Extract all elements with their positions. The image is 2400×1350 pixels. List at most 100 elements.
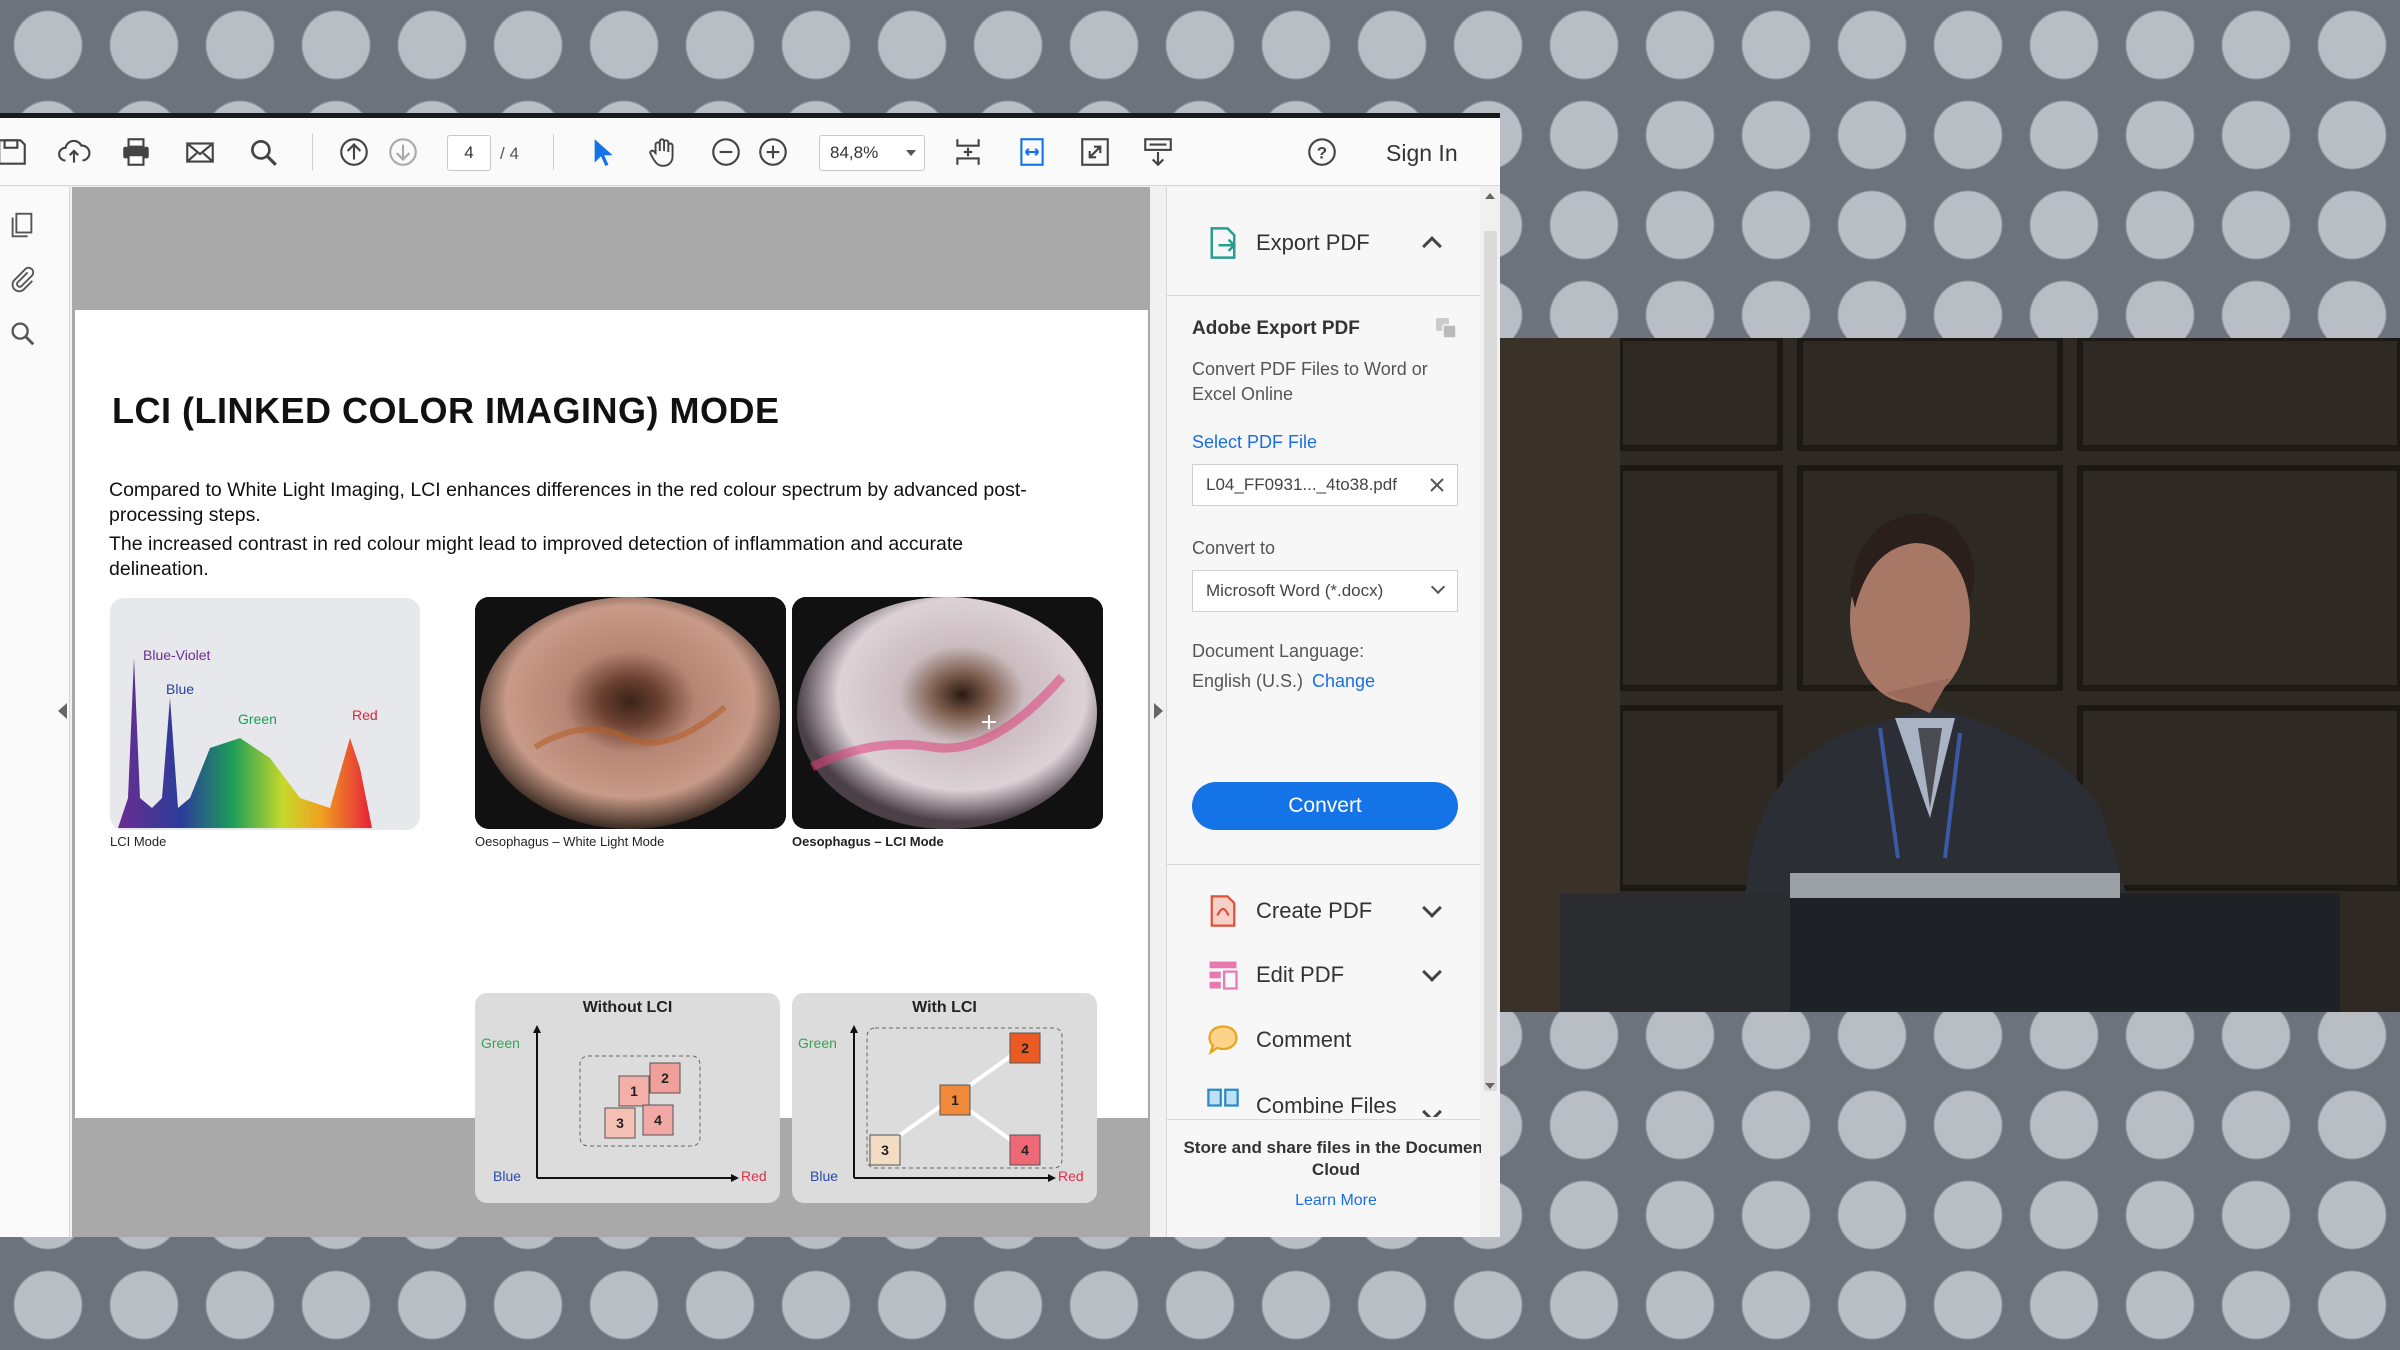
page-down-icon[interactable] [383, 132, 423, 172]
caption-white-light: Oesophagus – White Light Mode [475, 834, 665, 849]
print-icon[interactable] [116, 132, 156, 172]
box-label-4: 4 [654, 1112, 662, 1128]
page-number-input[interactable]: 4 [447, 135, 491, 171]
scroll-down-icon[interactable] [1485, 1083, 1495, 1089]
search-icon[interactable] [4, 315, 40, 351]
export-pdf-icon [1210, 227, 1237, 259]
spectrum-label-red: Red [352, 707, 378, 723]
adobe-export-heading: Adobe Export PDF [1192, 318, 1360, 339]
export-pdf-header[interactable]: Export PDF [1167, 217, 1481, 269]
chevron-down-icon[interactable] [1422, 962, 1442, 982]
diagram-without-lci: Without LCI Green Blue Red 1 2 3 4 [475, 993, 780, 1203]
scroll-up-icon[interactable] [1485, 193, 1495, 199]
zoom-out-icon[interactable] [706, 132, 746, 172]
document-cloud-promo: Store and share files in the Document Cl… [1183, 1138, 1489, 1179]
slide-paragraph-1: Compared to White Light Imaging, LCI enh… [109, 479, 1027, 526]
read-mode-icon[interactable] [1138, 132, 1178, 172]
chevron-up-icon[interactable] [1422, 236, 1442, 256]
convert-button[interactable]: Convert [1192, 782, 1458, 830]
upload-icon[interactable] [54, 132, 94, 172]
zoom-in-icon[interactable] [753, 132, 793, 172]
box-label-2: 2 [1021, 1040, 1029, 1056]
select-arrow-icon[interactable] [581, 132, 621, 172]
svg-text:?: ? [1317, 143, 1327, 162]
select-pdf-file-link[interactable]: Select PDF File [1192, 432, 1317, 453]
fullscreen-icon[interactable] [1075, 132, 1115, 172]
change-language-link[interactable]: Change [1312, 671, 1375, 692]
tools-pane: Export PDF Adobe Export PDF Convert PDF … [1166, 187, 1489, 1237]
attachment-icon[interactable] [4, 261, 40, 297]
box-label-4: 4 [1021, 1142, 1029, 1158]
save-icon[interactable] [0, 132, 32, 172]
pages-icon[interactable] [4, 207, 40, 243]
diagram-with-lci: With LCI Green Blue Red 1 2 3 4 [792, 993, 1097, 1203]
collapse-right-panel-icon[interactable] [1154, 703, 1163, 719]
tool-label: Edit PDF [1256, 962, 1345, 987]
speaker-video-feed [1500, 338, 2400, 1012]
learn-more-link[interactable]: Learn More [1167, 1192, 1500, 1210]
toolbar-separator [553, 134, 554, 170]
acrobat-window: 4 / 4 84,8% ? Sign In LCI (LINKED COLOR … [0, 113, 1500, 1237]
sign-in-link[interactable]: Sign In [1386, 140, 1458, 167]
page-total: / 4 [500, 144, 519, 163]
spectrum-label-blue-violet: Blue-Violet [143, 647, 211, 663]
collapse-left-panel-icon[interactable] [58, 703, 67, 719]
box-label-2: 2 [661, 1070, 669, 1086]
file-name: L04_FF0931..._4to38.pdf [1206, 475, 1397, 494]
spectrum-label-green: Green [238, 711, 277, 727]
divider [1167, 295, 1481, 296]
box-label-1: 1 [951, 1092, 959, 1108]
tool-label: Comment [1256, 1027, 1352, 1052]
axis-label-blue: Blue [810, 1168, 838, 1184]
caret-down-icon [906, 150, 916, 156]
chevron-down-icon [1430, 579, 1446, 595]
tool-label: Combine Files [1256, 1093, 1397, 1117]
copy-icon [1436, 318, 1457, 339]
chevron-down-icon[interactable] [1422, 1102, 1442, 1117]
tool-combine-files[interactable]: Combine Files [1167, 1077, 1481, 1117]
fit-width-icon[interactable] [1012, 132, 1052, 172]
tool-edit-pdf[interactable]: Edit PDF [1167, 951, 1481, 999]
box-label-3: 3 [616, 1115, 624, 1131]
box-label-1: 1 [630, 1083, 638, 1099]
search-icon[interactable] [243, 132, 283, 172]
document-language-value: English (U.S.) [1192, 671, 1304, 691]
axis-label-red: Red [741, 1168, 767, 1184]
axis-label-green: Green [481, 1035, 520, 1051]
fit-page-icon[interactable] [948, 132, 988, 172]
close-icon[interactable] [1427, 475, 1447, 495]
tool-create-pdf[interactable]: Create PDF [1167, 887, 1481, 935]
tool-comment[interactable]: Comment [1167, 1016, 1481, 1064]
slide-title: LCI (LINKED COLOR IMAGING) MODE [112, 390, 780, 431]
document-language-label: Document Language: [1192, 641, 1365, 661]
comment-icon [1208, 1025, 1238, 1056]
export-description: Convert PDF Files to Word or Excel Onlin… [1192, 359, 1428, 404]
light-spectrum-figure: Blue-Violet Blue Green Red [110, 598, 420, 830]
mail-icon[interactable] [180, 132, 220, 172]
zoom-select[interactable]: 84,8% [819, 135, 925, 171]
divider [1167, 1119, 1481, 1120]
help-icon[interactable]: ? [1302, 132, 1342, 172]
hand-icon[interactable] [643, 132, 683, 172]
chevron-down-icon[interactable] [1422, 898, 1442, 918]
convert-to-label: Convert to [1192, 538, 1276, 558]
axis-label-blue: Blue [493, 1168, 521, 1184]
caption-lci-mode: LCI Mode [110, 834, 167, 849]
selected-file-field[interactable]: L04_FF0931..._4to38.pdf [1192, 464, 1458, 506]
scrollbar-thumb[interactable] [1484, 231, 1497, 1091]
page-up-icon[interactable] [334, 132, 374, 172]
export-pdf-label: Export PDF [1256, 230, 1370, 255]
diagram-title: With LCI [912, 999, 977, 1016]
create-pdf-icon [1210, 895, 1236, 927]
format-select[interactable]: Microsoft Word (*.docx) [1192, 570, 1458, 612]
box-label-3: 3 [881, 1142, 889, 1158]
main-toolbar: 4 / 4 84,8% ? Sign In [0, 118, 1500, 186]
spectrum-label-blue: Blue [166, 681, 194, 697]
divider [1167, 864, 1481, 865]
tool-label: Create PDF [1256, 898, 1373, 923]
axis-label-red: Red [1058, 1168, 1084, 1184]
endoscopy-lci-image [792, 597, 1103, 829]
edit-pdf-icon [1209, 961, 1238, 990]
zoom-value: 84,8% [830, 143, 879, 162]
caption-lci: Oesophagus – LCI Mode [792, 834, 944, 849]
